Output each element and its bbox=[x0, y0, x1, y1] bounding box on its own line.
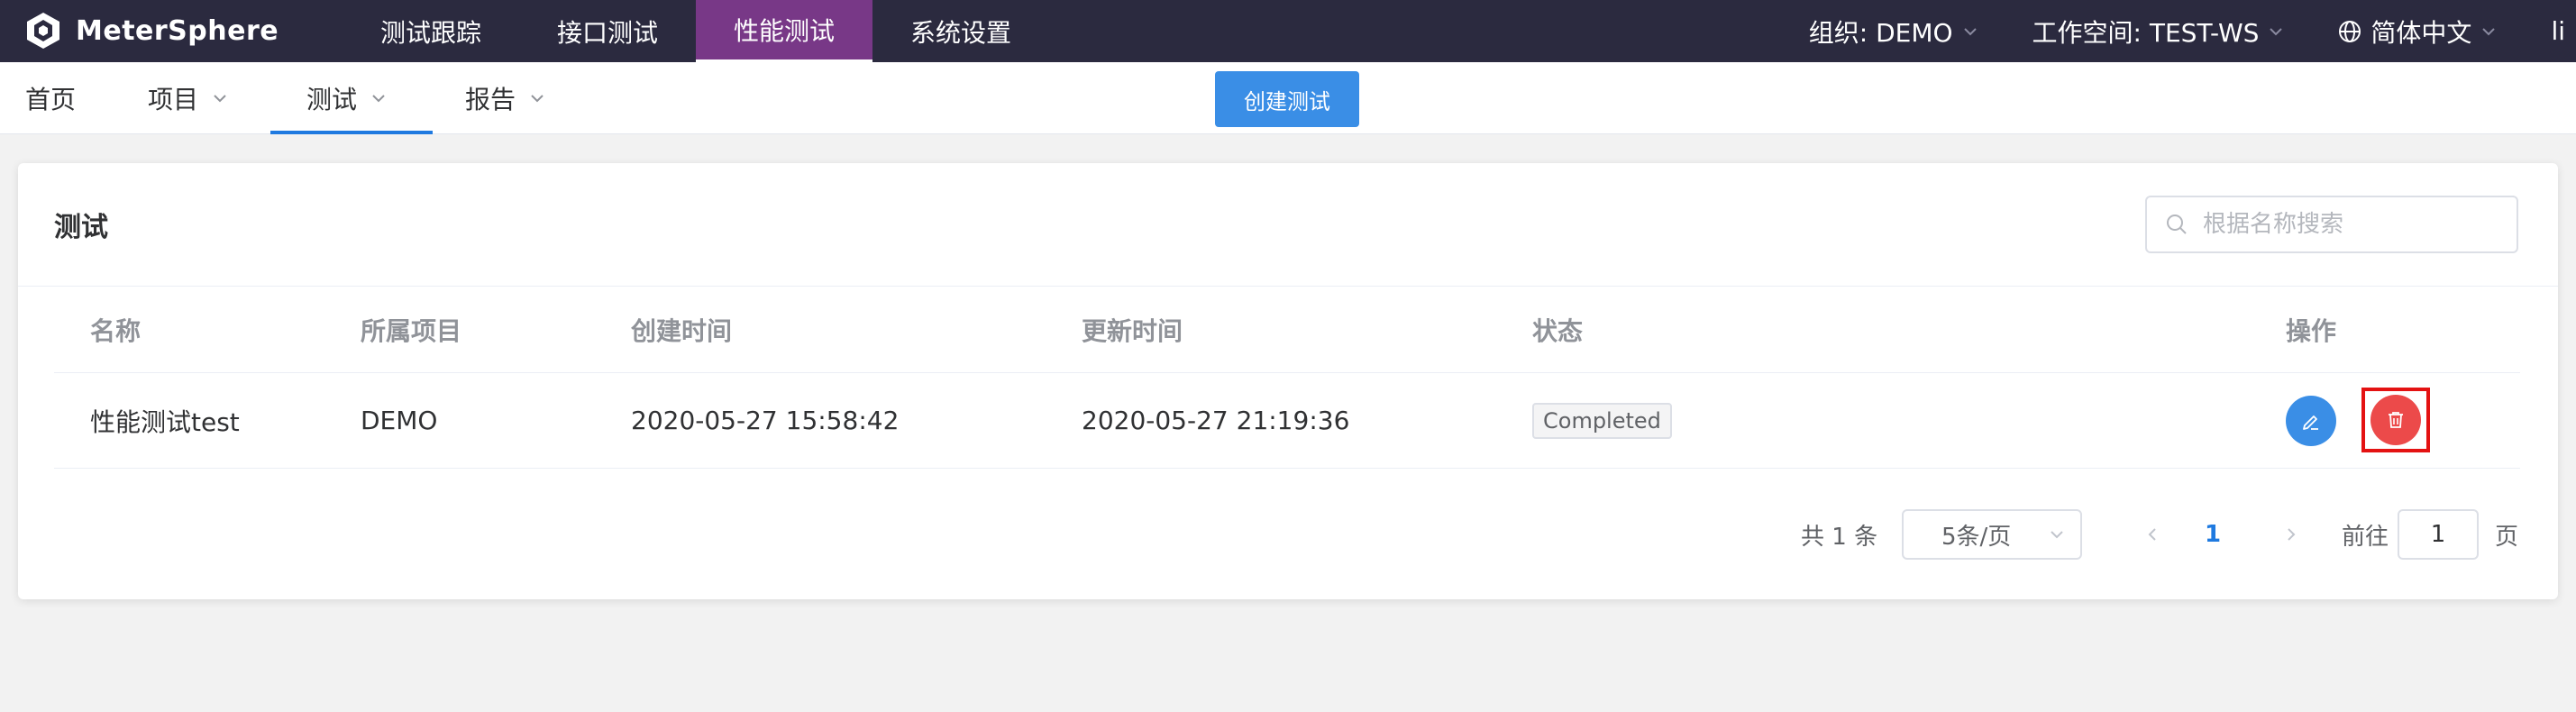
delete-button-highlight bbox=[2361, 388, 2430, 452]
chevron-down-icon bbox=[2051, 531, 2063, 539]
nav-api-testing[interactable]: 接口测试 bbox=[519, 0, 696, 62]
sub-navbar: 首页 项目 测试 报告 创建测试 bbox=[0, 62, 2576, 134]
chevron-down-icon bbox=[372, 95, 385, 103]
goto-page-input[interactable] bbox=[2398, 509, 2479, 560]
delete-button[interactable] bbox=[2370, 395, 2421, 445]
chevron-down-icon bbox=[2270, 27, 2283, 35]
chevron-down-icon bbox=[214, 95, 226, 103]
pagination-total: 共 1 条 bbox=[1801, 523, 1878, 551]
workspace-dropdown[interactable]: 工作空间: TEST-WS bbox=[2032, 14, 2285, 50]
next-page-button[interactable] bbox=[2273, 509, 2309, 560]
column-header-created: 创建时间 bbox=[631, 315, 733, 346]
test-list-card: 测试 名称 所属项目 创建时间 更新时间 状态 操作 性能测试test DEMO… bbox=[18, 163, 2558, 599]
trash-icon bbox=[2389, 412, 2403, 428]
cell-project: DEMO bbox=[361, 406, 438, 435]
page-size-value: 5条/页 bbox=[1941, 523, 2012, 551]
subnav-test[interactable]: 测试 bbox=[269, 62, 434, 134]
goto-suffix: 页 bbox=[2495, 523, 2519, 551]
create-test-button[interactable]: 创建测试 bbox=[1215, 71, 1359, 127]
page-size-select[interactable]: 5条/页 bbox=[1902, 509, 2082, 560]
search-icon bbox=[2167, 215, 2187, 234]
nav-performance-testing[interactable]: 性能测试 bbox=[696, 0, 873, 62]
subnav-project[interactable]: 项目 bbox=[148, 62, 229, 134]
table-row[interactable]: 性能测试test DEMO 2020-05-27 15:58:42 2020-0… bbox=[54, 373, 2520, 469]
column-header-status: 状态 bbox=[1532, 315, 1584, 346]
goto-prefix: 前往 bbox=[2342, 523, 2389, 551]
edit-button[interactable] bbox=[2286, 395, 2336, 446]
card-title: 测试 bbox=[54, 212, 108, 243]
metersphere-logo-icon bbox=[27, 13, 59, 49]
subnav-home-label: 首页 bbox=[25, 85, 77, 114]
prev-page-button[interactable] bbox=[2134, 509, 2170, 560]
org-label: 组织: DEMO bbox=[1808, 17, 1953, 48]
column-header-actions: 操作 bbox=[2286, 315, 2337, 346]
top-right-menus: 组织: DEMO 工作空间: TEST-WS 简体中文 li bbox=[1809, 0, 2576, 62]
subnav-report[interactable]: 报告 bbox=[465, 62, 546, 134]
app-logo[interactable]: MeterSphere bbox=[23, 7, 279, 54]
search-box[interactable] bbox=[2145, 196, 2518, 253]
subnav-test-label: 测试 bbox=[306, 85, 358, 114]
user-label: li bbox=[2551, 16, 2565, 46]
column-header-updated: 更新时间 bbox=[1082, 315, 1183, 346]
top-navbar: MeterSphere 测试跟踪 接口测试 性能测试 系统设置 组织: DEMO… bbox=[0, 0, 2576, 62]
language-dropdown[interactable]: 简体中文 bbox=[2338, 14, 2497, 50]
subnav-home[interactable]: 首页 bbox=[25, 62, 76, 134]
language-label: 简体中文 bbox=[2370, 17, 2472, 48]
user-menu[interactable]: li bbox=[2551, 16, 2565, 46]
org-dropdown[interactable]: 组织: DEMO bbox=[1809, 14, 1978, 50]
column-header-project: 所属项目 bbox=[361, 315, 462, 346]
edit-pencil-icon bbox=[2303, 415, 2318, 430]
app-name: MeterSphere bbox=[76, 14, 279, 47]
column-header-name: 名称 bbox=[90, 315, 142, 346]
cell-name[interactable]: 性能测试test bbox=[90, 373, 240, 468]
status-badge: Completed bbox=[1532, 402, 1672, 439]
nav-test-tracking[interactable]: 测试跟踪 bbox=[343, 0, 519, 62]
nav-system-settings[interactable]: 系统设置 bbox=[872, 0, 1049, 62]
chevron-left-icon bbox=[2148, 528, 2156, 541]
cell-updated: 2020-05-27 21:19:36 bbox=[1082, 406, 1350, 435]
search-input[interactable] bbox=[2201, 210, 2507, 239]
subnav-report-label: 报告 bbox=[465, 85, 516, 114]
cell-status: Completed bbox=[1532, 373, 1672, 468]
chevron-down-icon bbox=[531, 95, 544, 103]
chevron-down-icon bbox=[2482, 27, 2496, 35]
chevron-down-icon bbox=[1963, 27, 1977, 35]
cell-created: 2020-05-27 15:58:42 bbox=[631, 406, 900, 435]
main-nav: 测试跟踪 接口测试 性能测试 系统设置 bbox=[343, 0, 1049, 62]
card-header: 测试 bbox=[18, 163, 2558, 287]
globe-icon bbox=[2339, 20, 2361, 42]
chevron-right-icon bbox=[2288, 528, 2296, 541]
cell-actions bbox=[2286, 373, 2336, 468]
workspace-label: 工作空间: TEST-WS bbox=[2032, 17, 2260, 48]
pagination: 共 1 条 5条/页 1 前往 页 bbox=[18, 509, 2558, 560]
subnav-project-label: 项目 bbox=[148, 85, 199, 114]
page-number[interactable]: 1 bbox=[2205, 509, 2221, 560]
table-header: 名称 所属项目 创建时间 更新时间 状态 操作 bbox=[54, 287, 2520, 373]
